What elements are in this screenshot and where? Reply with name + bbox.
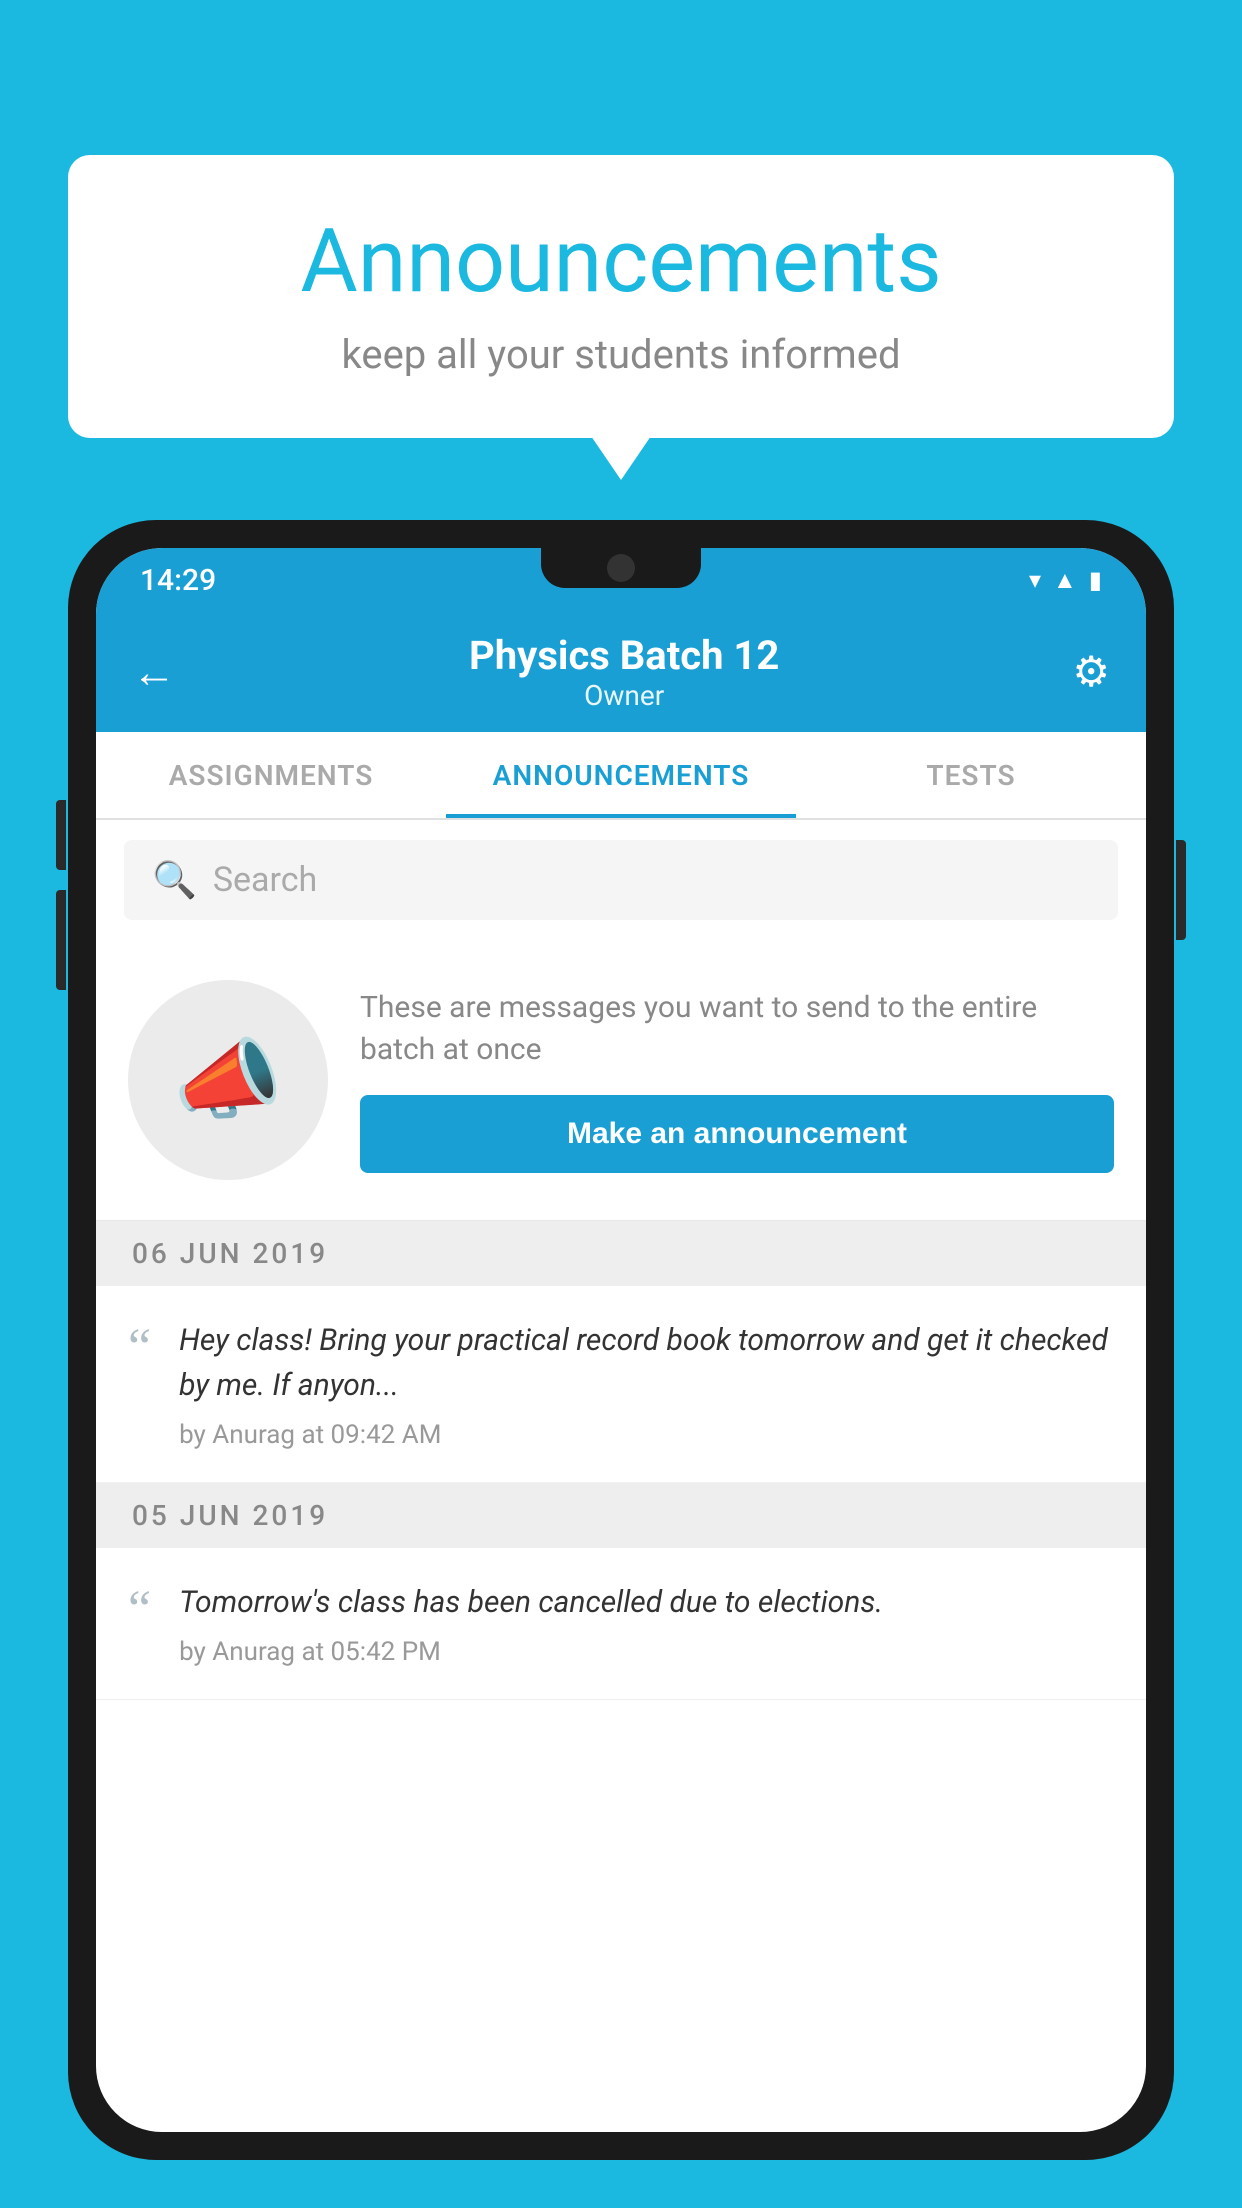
tab-announcements[interactable]: ANNOUNCEMENTS xyxy=(446,732,796,818)
quote-icon-2: “ xyxy=(128,1584,151,1636)
phone-notch xyxy=(541,548,701,588)
battery-icon: ▮ xyxy=(1089,566,1102,594)
date-separator-1: 06 JUN 2019 xyxy=(96,1221,1146,1286)
search-container: 🔍 Search xyxy=(96,820,1146,940)
speech-bubble-container: Announcements keep all your students inf… xyxy=(68,155,1174,438)
status-icons: ▾ ▲ ▮ xyxy=(1029,566,1102,595)
search-placeholder: Search xyxy=(213,860,317,900)
back-button[interactable]: ← xyxy=(132,646,176,698)
app-bar-subtitle: Owner xyxy=(176,679,1072,712)
promo-description: These are messages you want to send to t… xyxy=(360,987,1114,1071)
volume-down-button[interactable] xyxy=(56,890,66,990)
quote-icon-1: “ xyxy=(128,1322,151,1374)
message-meta-2: by Anurag at 05:42 PM xyxy=(179,1637,1114,1667)
promo-icon-circle: 📣 xyxy=(128,980,328,1180)
search-bar[interactable]: 🔍 Search xyxy=(124,840,1118,920)
search-icon: 🔍 xyxy=(152,859,197,901)
phone-outer: 14:29 ▾ ▲ ▮ ← Physics Batch 12 Owner ⚙ xyxy=(68,520,1174,2160)
app-bar-title: Physics Batch 12 xyxy=(176,632,1072,679)
app-bar-title-section: Physics Batch 12 Owner xyxy=(176,632,1072,712)
settings-icon[interactable]: ⚙ xyxy=(1072,647,1110,697)
promo-section: 📣 These are messages you want to send to… xyxy=(96,940,1146,1221)
speech-bubble: Announcements keep all your students inf… xyxy=(68,155,1174,438)
bubble-subtitle: keep all your students informed xyxy=(128,331,1114,378)
message-text-2: Tomorrow's class has been cancelled due … xyxy=(179,1580,1114,1625)
app-bar: ← Physics Batch 12 Owner ⚙ xyxy=(96,612,1146,732)
tabs-bar: ASSIGNMENTS ANNOUNCEMENTS TESTS xyxy=(96,732,1146,820)
message-content-1: Hey class! Bring your practical record b… xyxy=(179,1318,1114,1450)
status-time: 14:29 xyxy=(140,563,216,598)
power-button[interactable] xyxy=(1176,840,1186,940)
tab-assignments[interactable]: ASSIGNMENTS xyxy=(96,732,446,818)
make-announcement-button[interactable]: Make an announcement xyxy=(360,1095,1114,1173)
promo-right: These are messages you want to send to t… xyxy=(360,987,1114,1173)
phone-container: 14:29 ▾ ▲ ▮ ← Physics Batch 12 Owner ⚙ xyxy=(68,520,1174,2208)
message-content-2: Tomorrow's class has been cancelled due … xyxy=(179,1580,1114,1667)
megaphone-icon: 📣 xyxy=(173,1029,283,1132)
volume-up-button[interactable] xyxy=(56,800,66,870)
bubble-title: Announcements xyxy=(128,210,1114,313)
message-meta-1: by Anurag at 09:42 AM xyxy=(179,1420,1114,1450)
message-text-1: Hey class! Bring your practical record b… xyxy=(179,1318,1114,1408)
phone-screen: 14:29 ▾ ▲ ▮ ← Physics Batch 12 Owner ⚙ xyxy=(96,548,1146,2132)
phone-camera xyxy=(607,554,635,582)
date-separator-2: 05 JUN 2019 xyxy=(96,1483,1146,1548)
tab-tests[interactable]: TESTS xyxy=(796,732,1146,818)
message-item-1[interactable]: “ Hey class! Bring your practical record… xyxy=(96,1286,1146,1483)
signal-icon: ▲ xyxy=(1053,566,1077,595)
wifi-icon: ▾ xyxy=(1029,566,1041,594)
message-item-2[interactable]: “ Tomorrow's class has been cancelled du… xyxy=(96,1548,1146,1700)
